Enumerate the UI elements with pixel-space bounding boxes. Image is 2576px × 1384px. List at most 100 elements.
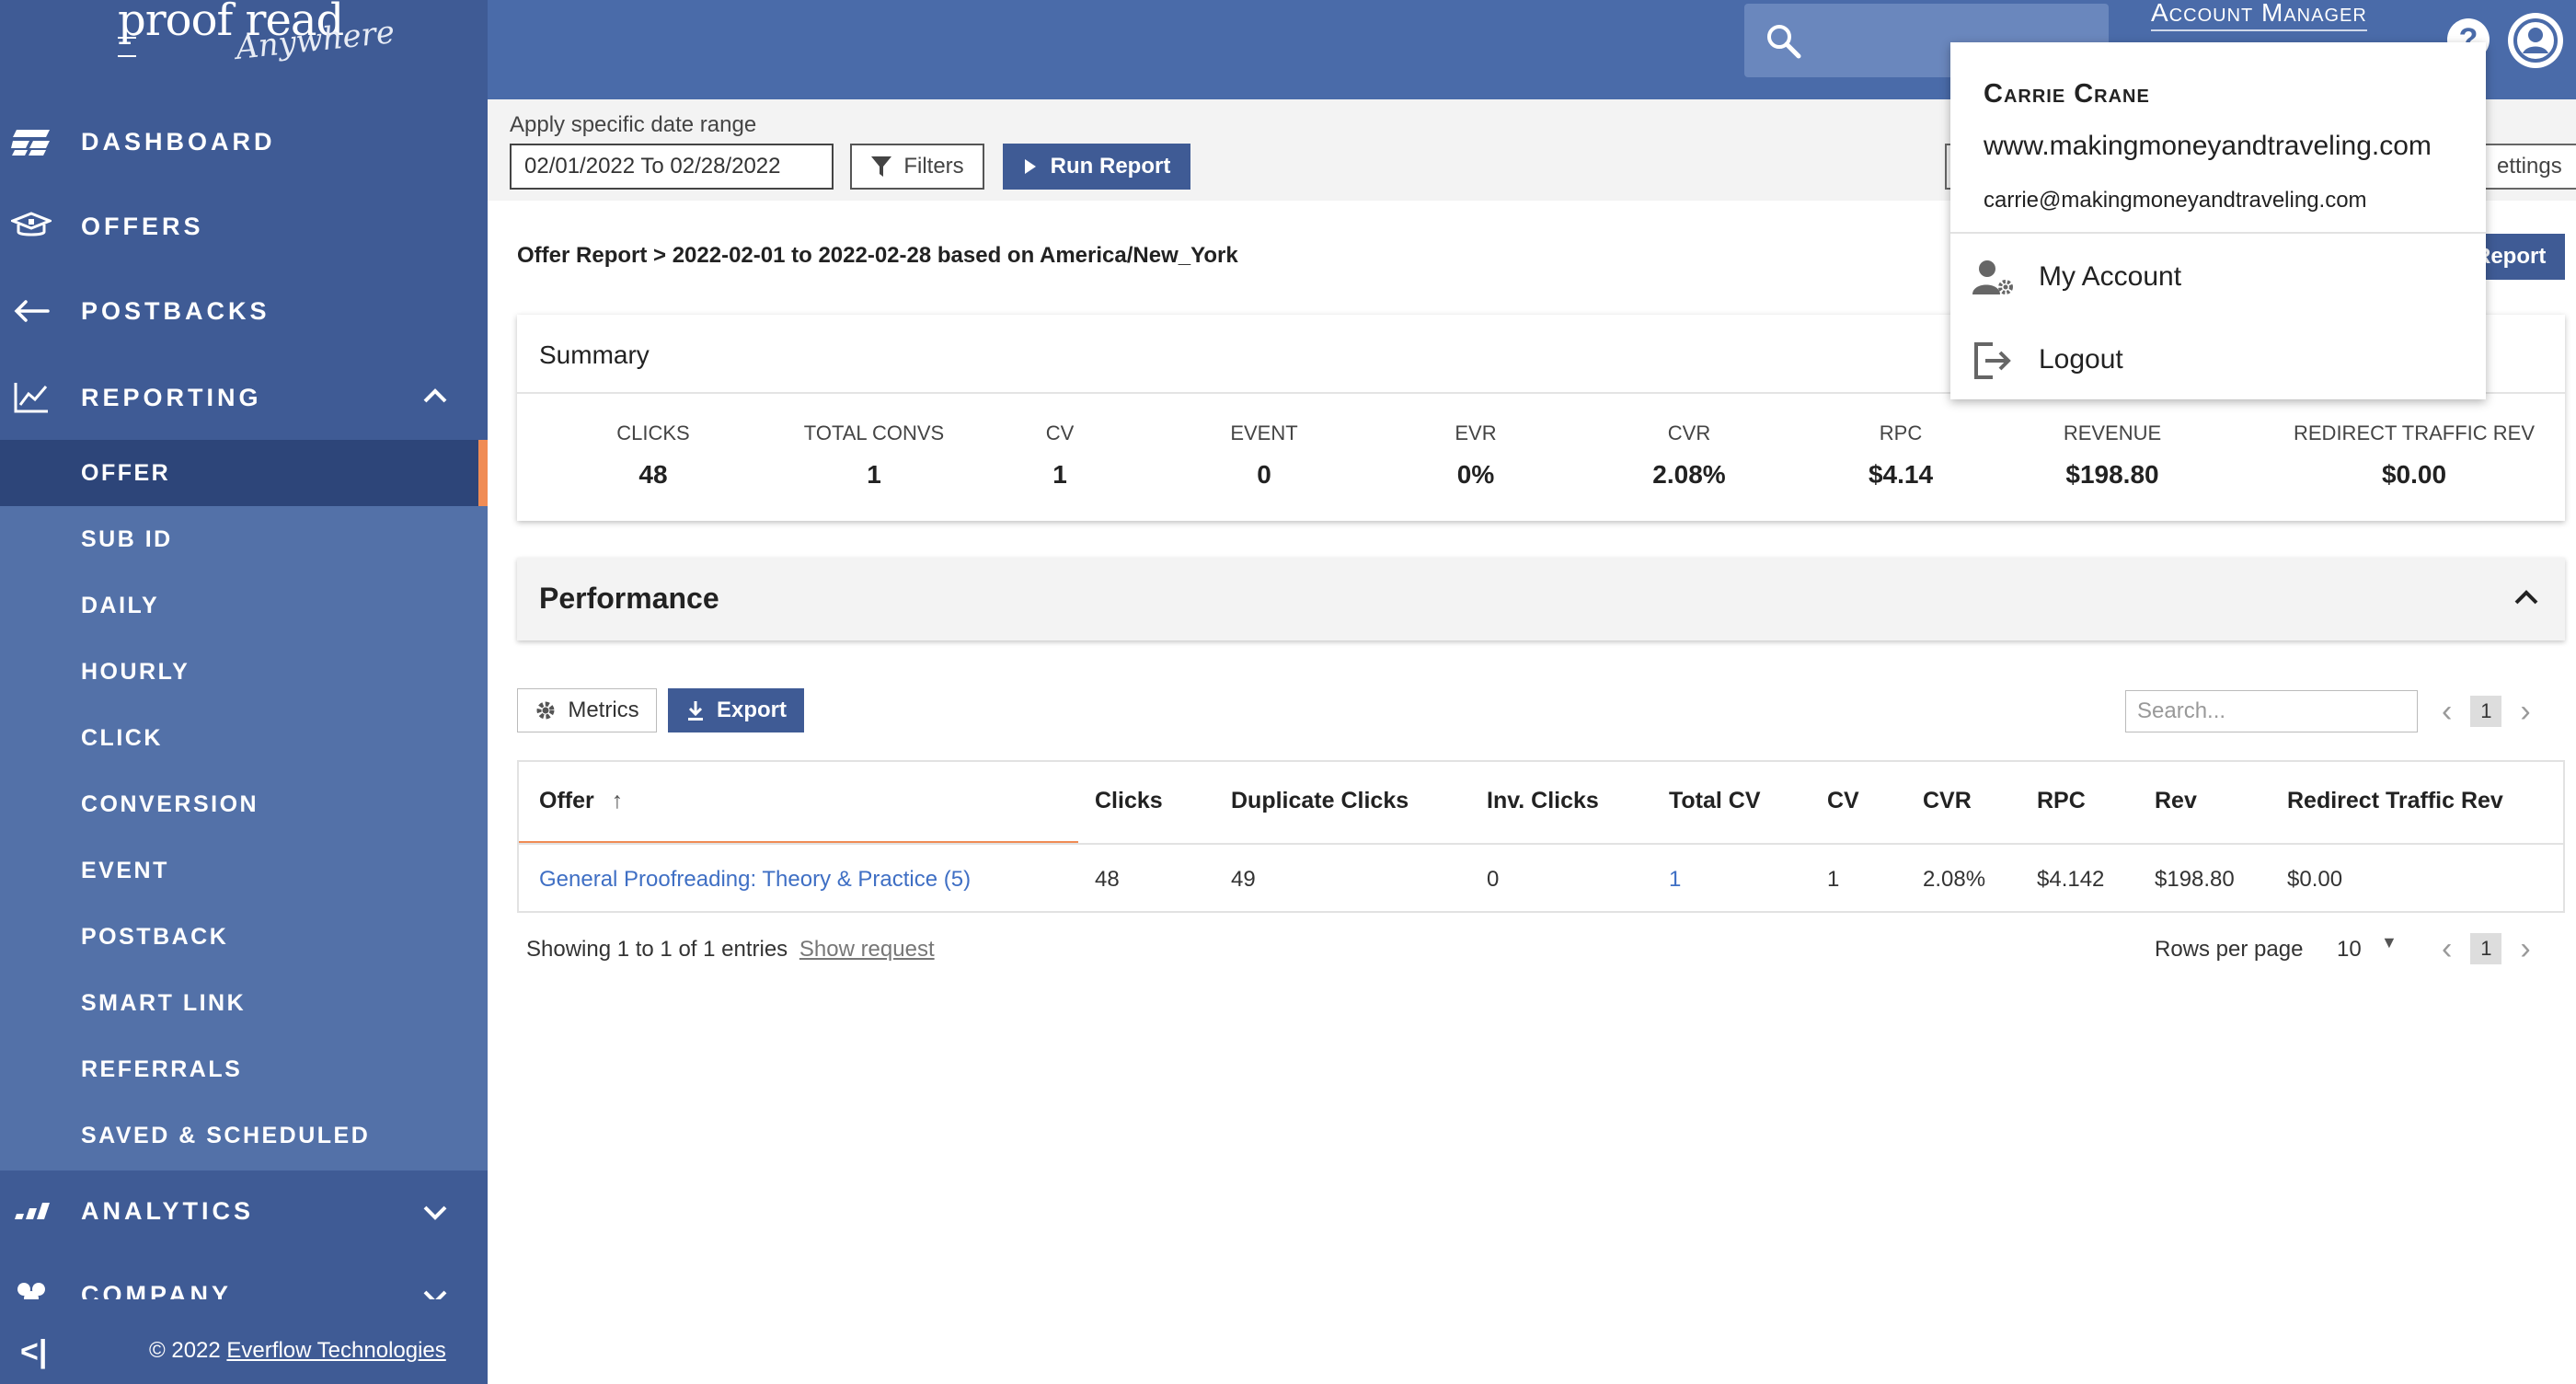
- run-report-label: Run Report: [1050, 154, 1171, 179]
- show-request-link[interactable]: Show request: [799, 937, 935, 962]
- dashboard-icon: [9, 123, 53, 160]
- sidebar-subitem-label: REFERRALS: [81, 1055, 243, 1082]
- sidebar-item-label: REPORTING: [81, 383, 262, 411]
- sidebar-subitem-label: SUB ID: [81, 525, 173, 552]
- sidebar-subitem-sub-id[interactable]: SUB ID: [0, 506, 488, 572]
- header-divider: [519, 843, 2563, 845]
- sidebar-subitem-daily[interactable]: DAILY: [0, 572, 488, 639]
- metric-cv: CV 1: [1014, 421, 1106, 490]
- column-header-rpc[interactable]: RPC: [2037, 788, 2086, 814]
- sidebar-subitem-offer[interactable]: OFFER: [0, 440, 488, 506]
- chevron-up-icon[interactable]: [2512, 583, 2541, 613]
- sidebar-subitem-smart-link[interactable]: SMART LINK: [0, 970, 488, 1036]
- bottom-pagination: ‹ 1 ›: [2442, 933, 2531, 964]
- date-range-label: Apply specific date range: [510, 112, 757, 137]
- metric-value: $0.00: [2381, 460, 2447, 489]
- current-page[interactable]: 1: [2470, 696, 2502, 727]
- cell-redirect-traffic-rev: $0.00: [2287, 867, 2343, 892]
- logout-menu-item[interactable]: Logout: [1950, 320, 2486, 399]
- metric-cvr: CVR 2.08%: [1616, 421, 1763, 490]
- chevron-left-icon[interactable]: ‹: [2442, 696, 2452, 727]
- sidebar-item-label: DASHBOARD: [81, 127, 276, 156]
- chevron-left-icon[interactable]: ‹: [2442, 933, 2452, 964]
- sidebar-subitem-referrals[interactable]: REFERRALS: [0, 1036, 488, 1102]
- column-header-cvr[interactable]: CVR: [1923, 788, 1972, 814]
- sidebar-subitem-label: SMART LINK: [81, 989, 247, 1016]
- chevron-down-icon[interactable]: [420, 1196, 451, 1228]
- copyright: © 2022 Everflow Technologies: [149, 1338, 446, 1364]
- play-icon: [1024, 159, 1036, 174]
- date-range-input[interactable]: [510, 144, 834, 190]
- logout-label: Logout: [2039, 344, 2123, 375]
- sidebar: proof read Anywhere DASHBOARD OFFERS POS…: [0, 0, 488, 1384]
- account-dropdown: Carrie Crane www.makingmoneyandtraveling…: [1950, 42, 2486, 399]
- sidebar-subitem-hourly[interactable]: HOURLY: [0, 639, 488, 705]
- filters-button[interactable]: Filters: [850, 144, 984, 190]
- cell-total-cv-link[interactable]: 1: [1669, 867, 1681, 893]
- chevron-right-icon[interactable]: ›: [2520, 696, 2530, 727]
- report-breadcrumb: Offer Report > 2022-02-01 to 2022-02-28 …: [517, 243, 1238, 268]
- my-account-label: My Account: [2039, 261, 2182, 292]
- sidebar-subitem-label: CLICK: [81, 724, 163, 751]
- column-header-clicks[interactable]: Clicks: [1095, 788, 1163, 814]
- chevron-up-icon[interactable]: [420, 381, 451, 412]
- my-account-menu-item[interactable]: My Account: [1950, 237, 2486, 317]
- performance-header[interactable]: Performance: [517, 558, 2565, 640]
- chevron-right-icon[interactable]: ›: [2520, 933, 2530, 964]
- sidebar-subitem-saved-scheduled[interactable]: SAVED & SCHEDULED: [0, 1102, 488, 1169]
- cell-clicks: 48: [1095, 867, 1120, 892]
- user-avatar-icon[interactable]: [2508, 13, 2563, 68]
- sidebar-subitem-click[interactable]: CLICK: [0, 705, 488, 771]
- top-pagination: ‹ 1 ›: [2442, 696, 2531, 727]
- sidebar-item-dashboard[interactable]: DASHBOARD: [0, 101, 488, 182]
- dropdown-divider: [1950, 232, 2486, 234]
- run-report-button[interactable]: Run Report: [1003, 144, 1190, 190]
- summary-title: Summary: [539, 340, 650, 369]
- sidebar-item-reporting[interactable]: REPORTING: [0, 357, 488, 438]
- export-button[interactable]: Export: [668, 688, 804, 732]
- cell-cvr: 2.08%: [1923, 867, 1986, 892]
- caret-down-icon[interactable]: ▼: [2381, 933, 2398, 952]
- column-header-cv[interactable]: CV: [1827, 788, 1859, 814]
- sidebar-item-analytics[interactable]: ANALYTICS: [0, 1171, 488, 1251]
- chevron-down-icon[interactable]: [420, 1281, 451, 1299]
- sidebar-item-offers[interactable]: OFFERS: [0, 186, 488, 267]
- sidebar-subitem-label: SAVED & SCHEDULED: [81, 1122, 371, 1148]
- everflow-link[interactable]: Everflow Technologies: [226, 1338, 445, 1363]
- metric-value: $4.14: [1868, 460, 1934, 489]
- company-icon: [9, 1275, 53, 1299]
- sidebar-subitem-event[interactable]: EVENT: [0, 837, 488, 904]
- sidebar-item-company[interactable]: COMPANY: [0, 1253, 488, 1299]
- cell-rev: $198.80: [2155, 867, 2235, 892]
- table-search-input[interactable]: [2125, 690, 2418, 732]
- brand-logo[interactable]: proof read Anywhere: [118, 0, 397, 92]
- cell-inv-clicks: 0: [1487, 867, 1500, 892]
- metric-label: CVR: [1667, 421, 1711, 444]
- metric-label: EVENT: [1230, 421, 1298, 444]
- column-header-inv-clicks[interactable]: Inv. Clicks: [1487, 788, 1599, 814]
- account-manager-label[interactable]: Account Manager: [2151, 0, 2367, 31]
- metrics-button-label: Metrics: [568, 698, 639, 722]
- current-page[interactable]: 1: [2470, 933, 2502, 964]
- showing-text: Showing 1 to 1 of 1 entries: [526, 937, 788, 962]
- column-header-offer[interactable]: Offer ↑: [539, 788, 623, 814]
- cell-duplicate-clicks: 49: [1231, 867, 1256, 892]
- sidebar-subitem-label: OFFER: [81, 459, 171, 486]
- column-header-redirect-traffic-rev[interactable]: Redirect Traffic Rev: [2287, 788, 2503, 814]
- collapse-sidebar-icon[interactable]: <|: [20, 1334, 47, 1370]
- sidebar-subitem-conversion[interactable]: CONVERSION: [0, 771, 488, 837]
- sidebar-subitem-postback[interactable]: POSTBACK: [0, 904, 488, 970]
- metric-event: EVENT 0: [1209, 421, 1319, 490]
- column-header-duplicate-clicks[interactable]: Duplicate Clicks: [1231, 788, 1409, 814]
- column-header-rev[interactable]: Rev: [2155, 788, 2197, 814]
- rows-per-page-select[interactable]: 10: [2337, 937, 2362, 963]
- column-header-total-cv[interactable]: Total CV: [1669, 788, 1761, 814]
- metric-label: RPC: [1879, 421, 1923, 444]
- offer-link[interactable]: General Proofreading: Theory & Practice …: [539, 867, 971, 893]
- sort-ascending-icon[interactable]: ↑: [612, 788, 624, 813]
- sidebar-item-label: OFFERS: [81, 212, 204, 240]
- sidebar-item-postbacks[interactable]: POSTBACKS: [0, 271, 488, 352]
- metrics-button[interactable]: Metrics: [517, 688, 657, 732]
- sidebar-subitem-label: POSTBACK: [81, 923, 229, 950]
- column-header-label: Offer: [539, 788, 594, 813]
